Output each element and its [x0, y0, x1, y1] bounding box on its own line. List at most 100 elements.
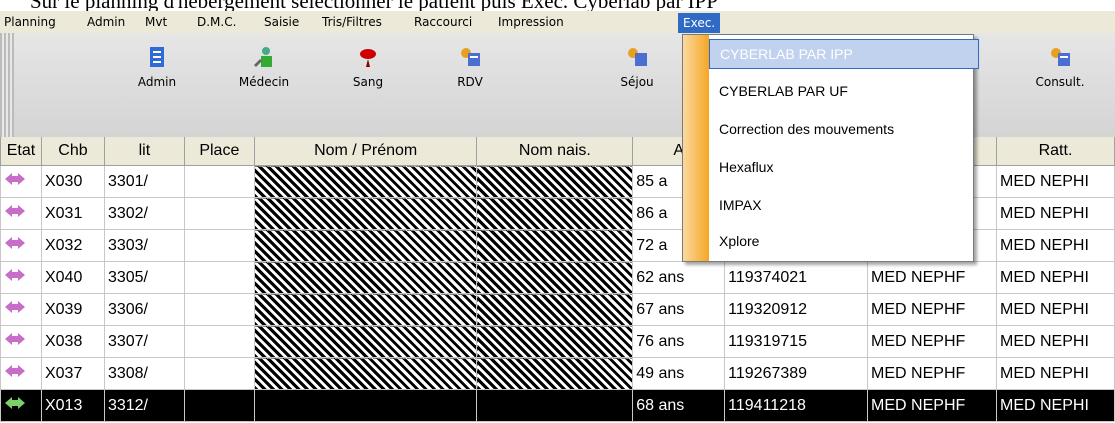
place-cell	[183, 229, 255, 262]
status-icon-cell	[0, 197, 42, 230]
menu-item-cyberlab-par-uf[interactable]: CYBERLAB PAR UF	[709, 77, 977, 105]
menu-item-xplore[interactable]: Xplore	[709, 227, 977, 255]
nom-nais-cell	[476, 165, 634, 198]
ipp-cell: 119411218	[724, 389, 869, 422]
status-icon-cell	[0, 389, 42, 422]
uf-cell: MED NEPHF	[867, 357, 997, 390]
chb-cell: X037	[40, 357, 105, 390]
status-icon-cell	[0, 293, 42, 326]
uf-cell: MED NEPHF	[867, 389, 997, 422]
chb-cell: X032	[40, 229, 105, 262]
table-row[interactable]: X040 3305/62 ans 119374021 MED NEPHF MED NEP…	[0, 261, 1115, 294]
place-cell	[183, 293, 255, 326]
menu-item-hexaflux[interactable]: Hexaflux	[709, 153, 977, 181]
menu-impression[interactable]: Impression	[494, 13, 568, 31]
menu-item-label: CYBERLAB PAR IPP	[720, 46, 853, 62]
place-cell	[183, 261, 255, 294]
chb-cell: X038	[40, 325, 105, 358]
patient-arrow-icon	[5, 397, 25, 409]
age-cell: 62 ans	[632, 261, 726, 294]
nom-nais-cell	[476, 325, 634, 358]
toolbar-grip[interactable]	[0, 33, 14, 137]
menu-item-label: Correction des mouvements	[719, 121, 895, 137]
lit-cell: 3307/	[103, 325, 185, 358]
col-header-etat[interactable]: Etat	[0, 137, 42, 166]
admin-icon	[150, 47, 164, 67]
menu-raccourci[interactable]: Raccourci	[410, 13, 476, 31]
nom-prenom-cell	[253, 389, 478, 422]
blood-drop-icon	[360, 49, 376, 67]
col-header-nom-prenom[interactable]: Nom / Prénom	[253, 137, 478, 166]
col-header-lit[interactable]: lit	[103, 137, 185, 166]
instruction-caption: Sur le planning d'hébergement sélectionn…	[0, 0, 1115, 11]
place-cell	[183, 165, 255, 198]
rdv-icon	[461, 48, 480, 66]
patient-arrow-icon	[5, 269, 25, 281]
lit-cell: 3305/	[103, 261, 185, 294]
medecin-button[interactable]: Médecin	[219, 33, 309, 133]
menu-item-cyberlab-par-ipp[interactable]: CYBERLAB PAR IPP	[709, 39, 979, 69]
uf-cell: MED NEPHF	[867, 293, 997, 326]
menu-exec[interactable]: Exec.	[678, 13, 721, 33]
place-cell	[183, 389, 255, 422]
menu-dmc[interactable]: D.M.C.	[193, 13, 240, 31]
menu-item-label: Hexaflux	[719, 159, 774, 175]
chb-cell: X039	[40, 293, 105, 326]
ratt-cell: MED NEPHI	[995, 165, 1115, 198]
admin-button[interactable]: Admin	[112, 33, 202, 133]
menu-planning[interactable]: Planning	[0, 13, 60, 31]
patient-arrow-icon	[5, 237, 25, 249]
nom-nais-cell	[476, 357, 634, 390]
menu-tris-filtres[interactable]: Tris/Filtres	[318, 13, 386, 31]
consult-label: Consult.	[1035, 75, 1085, 89]
menu-saisie[interactable]: Saisie	[260, 13, 303, 31]
nom-nais-cell	[476, 293, 634, 326]
consult-button[interactable]: Consult.	[1015, 33, 1105, 133]
nom-prenom-cell	[253, 293, 478, 326]
ipp-cell: 119374021	[724, 261, 869, 294]
status-icon-cell	[0, 229, 42, 262]
chb-cell: X040	[40, 261, 105, 294]
col-header-nom-nais[interactable]: Nom nais.	[476, 137, 634, 166]
lit-cell: 3302/	[103, 197, 185, 230]
menu-item-label: CYBERLAB PAR UF	[719, 83, 848, 99]
table-row[interactable]: X013 3312/68 ans 119411218 MED NEPHF MED NEP…	[0, 389, 1115, 422]
lit-cell: 3306/	[103, 293, 185, 326]
menu-item-correction-mouvements[interactable]: Correction des mouvements	[709, 115, 977, 143]
place-cell	[183, 197, 255, 230]
nom-prenom-cell	[253, 165, 478, 198]
admin-label: Admin	[137, 75, 177, 89]
col-header-ratt[interactable]: Ratt.	[995, 137, 1115, 166]
status-icon-cell	[0, 165, 42, 198]
sejour-button[interactable]: Séjou	[592, 33, 682, 133]
col-header-place[interactable]: Place	[183, 137, 255, 166]
status-icon-cell	[0, 261, 42, 294]
uf-cell: MED NEPHF	[867, 325, 997, 358]
menu-item-impax[interactable]: IMPAX	[709, 191, 977, 219]
ratt-cell: MED NEPHI	[995, 261, 1115, 294]
menu-item-label: Xplore	[719, 233, 760, 249]
table-row[interactable]: X037 3308/49 ans 119267389 MED NEPHF MED NEP…	[0, 357, 1115, 390]
menu-admin[interactable]: Admin	[83, 13, 129, 31]
ipp-cell: 119320912	[724, 293, 869, 326]
menu-mvt[interactable]: Mvt	[141, 13, 171, 31]
rdv-button[interactable]: RDV	[425, 33, 515, 133]
nom-nais-cell	[476, 197, 634, 230]
patient-arrow-icon	[5, 333, 25, 345]
sang-button[interactable]: Sang	[323, 33, 413, 133]
table-row[interactable]: X039 3306/67 ans 119320912 MED NEPHF MED NEP…	[0, 293, 1115, 326]
col-header-chb[interactable]: Chb	[40, 137, 105, 166]
menu-bar: Planning Admin Mvt D.M.C. Saisie Tris/Fi…	[0, 11, 1115, 33]
age-cell: 67 ans	[632, 293, 726, 326]
ratt-cell: MED NEPHI	[995, 197, 1115, 230]
place-cell	[183, 357, 255, 390]
nom-nais-cell	[476, 229, 634, 262]
nom-prenom-cell	[253, 325, 478, 358]
patient-arrow-icon	[5, 365, 25, 377]
uf-cell: MED NEPHF	[867, 261, 997, 294]
place-cell	[183, 325, 255, 358]
menu-icon-stripe	[683, 35, 709, 261]
chb-cell: X013	[40, 389, 105, 422]
nom-prenom-cell	[253, 357, 478, 390]
table-row[interactable]: X038 3307/76 ans 119319715 MED NEPHF MED NEP…	[0, 325, 1115, 358]
